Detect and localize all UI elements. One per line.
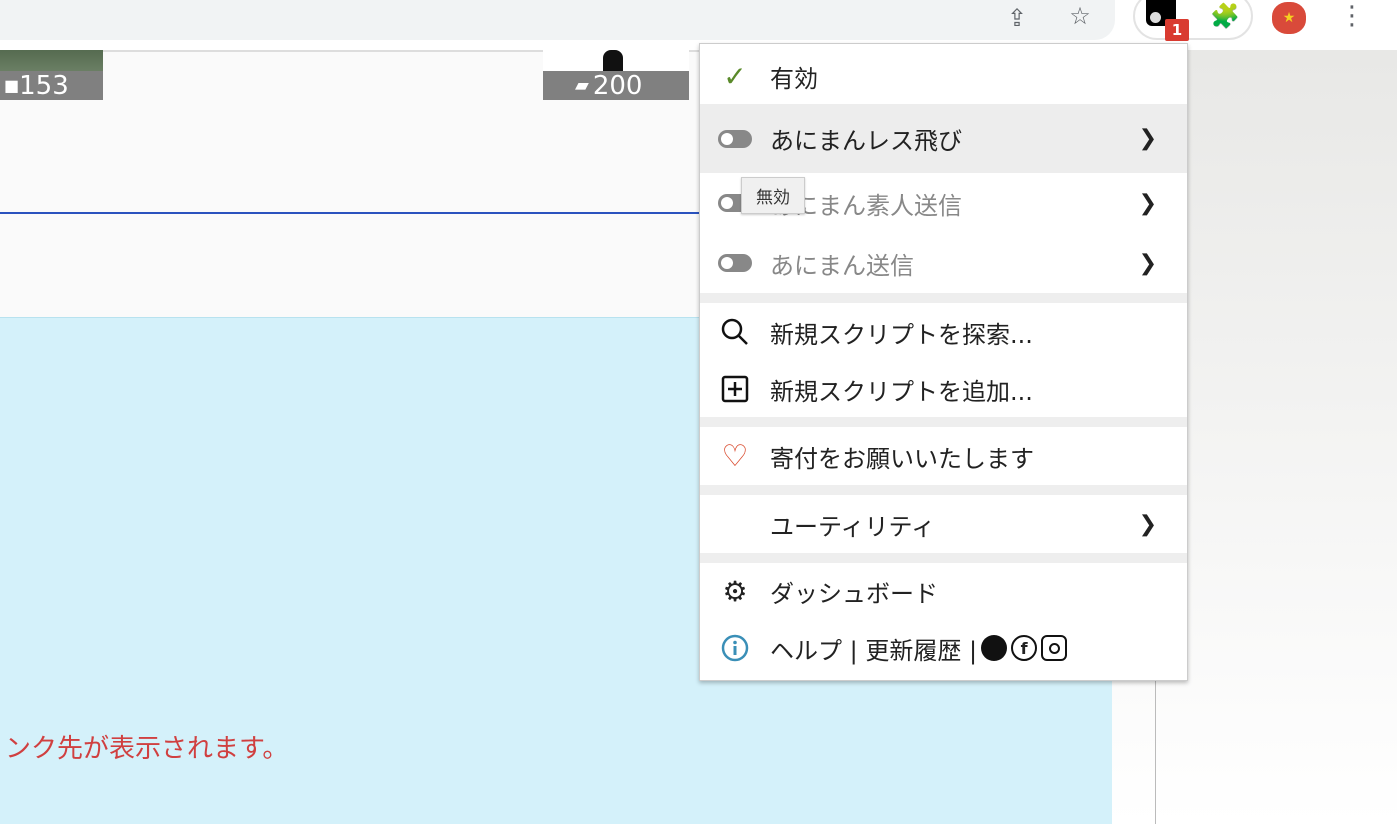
- toggle-icon[interactable]: [718, 254, 752, 272]
- menu-item-help[interactable]: ヘルプ | 更新履歴 | f: [700, 619, 1187, 677]
- comment-count-text: 200: [592, 70, 643, 101]
- toggle-icon[interactable]: [718, 129, 752, 148]
- comment-count: ▰ 200: [543, 70, 689, 101]
- menu-item-find-scripts[interactable]: 新規スクリプトを探索...: [700, 303, 1187, 361]
- menu-item-utilities[interactable]: ユーティリティ ❯: [700, 495, 1187, 553]
- github-icon[interactable]: [981, 635, 1008, 661]
- check-icon: ✓: [723, 59, 747, 93]
- share-icon[interactable]: ⇪: [1002, 2, 1032, 34]
- badge-count: 1: [1165, 19, 1189, 41]
- browser-toolbar: ⇪ ☆ 1 🧩 ★ ⋮: [0, 0, 1397, 44]
- menu-item-dashboard[interactable]: ⚙ ダッシュボード: [700, 563, 1187, 619]
- comment-count: ■ 153: [0, 70, 103, 101]
- menu-item-donate[interactable]: ♡ 寄付をお願いいたします: [700, 427, 1187, 485]
- chevron-right-icon: ❯: [1138, 250, 1157, 276]
- menu-label: 有効: [770, 64, 818, 93]
- menu-label: 新規スクリプトを追加...: [770, 377, 1033, 406]
- divider: [0, 212, 700, 214]
- menu-item-add-script[interactable]: 新規スクリプトを追加...: [700, 361, 1187, 417]
- gear-icon: ⚙: [722, 574, 748, 608]
- instagram-icon[interactable]: [1041, 635, 1068, 661]
- plus-square-icon: [700, 375, 770, 403]
- chevron-right-icon: ❯: [1138, 190, 1157, 216]
- chevron-right-icon: ❯: [1138, 126, 1157, 151]
- separator: [700, 485, 1187, 495]
- separator: [700, 417, 1187, 427]
- menu-label: 新規スクリプトを探索...: [770, 320, 1033, 349]
- comment-icon: ▰: [575, 75, 589, 96]
- tampermonkey-menu: ✓ 有効 あにまんレス飛び ❯ あにまん素人送信 ❯ あにまん送信 ❯ 新規スク…: [699, 43, 1188, 681]
- info-icon: [700, 634, 770, 662]
- menu-label: ダッシュボード: [770, 579, 938, 608]
- notice-text: ンク先が表示されます。: [5, 734, 289, 764]
- script-label: あにまん送信: [770, 251, 914, 280]
- menu-label: ユーティリティ: [770, 512, 936, 541]
- separator: [700, 553, 1187, 563]
- star-icon[interactable]: ☆: [1065, 0, 1095, 32]
- menu-label: 寄付をお願いいたします: [770, 444, 1034, 473]
- address-bar[interactable]: [0, 0, 1115, 40]
- tooltip: 無効: [741, 177, 805, 214]
- apple-extension-icon[interactable]: ★: [1272, 2, 1306, 34]
- more-icon[interactable]: ⋮: [1339, 0, 1365, 32]
- extensions-icon[interactable]: 🧩: [1208, 0, 1242, 32]
- chevron-right-icon: ❯: [1138, 511, 1157, 537]
- search-icon: [700, 317, 770, 347]
- comment-icon: ■: [4, 76, 20, 95]
- help-links[interactable]: ヘルプ | 更新履歴 |: [770, 631, 977, 666]
- menu-item-enabled[interactable]: ✓ 有効: [700, 48, 1187, 104]
- script-label: あにまんレス飛び: [770, 127, 962, 155]
- facebook-icon[interactable]: f: [1011, 635, 1038, 661]
- comment-count-text: 153: [19, 70, 69, 101]
- script-item[interactable]: あにまんレス飛び ❯: [700, 104, 1187, 173]
- separator: [700, 293, 1187, 303]
- heart-icon: ♡: [721, 438, 749, 474]
- script-item[interactable]: あにまん送信 ❯: [700, 233, 1187, 293]
